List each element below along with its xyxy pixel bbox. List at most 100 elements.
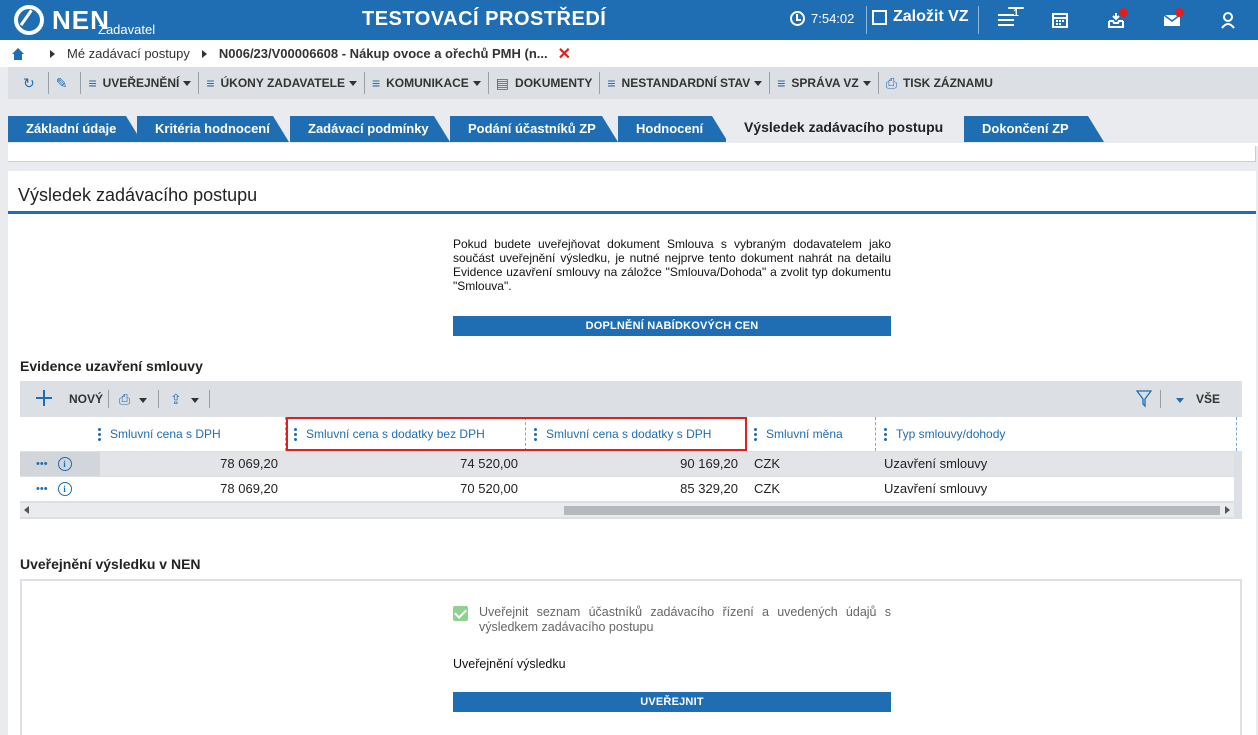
tab-hodnoceni[interactable]: Hodnocení: [618, 116, 728, 142]
info-icon[interactable]: i: [57, 457, 72, 471]
toolbar-dokumenty[interactable]: ▤ DOKUMENTY: [489, 72, 601, 94]
tab-kriteria-hodnoceni[interactable]: Kritéria hodnocení: [137, 116, 289, 142]
grid-toolbar: NOVÝ ⎙ ⇪ VŠE: [20, 381, 1242, 417]
toolbar-label: KOMUNIKACE: [386, 76, 469, 90]
column-menu-icon[interactable]: [754, 426, 757, 443]
list-icon: ≡: [206, 75, 215, 91]
tab-vysledek[interactable]: Výsledek zadávacího postupu: [726, 113, 966, 142]
divider: [108, 390, 109, 408]
notification-dot: [1119, 8, 1128, 17]
tab-dokonceni[interactable]: Dokončení ZP: [964, 116, 1104, 142]
checkbox-label: Uveřejnit seznam účastníků zadávacího ří…: [479, 605, 891, 634]
menu-button[interactable]: 1: [994, 7, 1024, 32]
row-actions: ••• i: [36, 457, 72, 471]
edit-icon: [872, 9, 887, 25]
column-header[interactable]: Smluvní cena s dodatky s DPH: [526, 417, 746, 451]
toolbar-uverejneni[interactable]: ≡ UVEŘEJNĚNÍ: [81, 72, 200, 94]
scroll-left-icon[interactable]: [24, 506, 29, 514]
hamburger-icon: [998, 11, 1014, 29]
tab-zadavaci-podminky[interactable]: Zadávací podmínky: [290, 116, 450, 142]
toolbar-sprava-vz[interactable]: ≡ SPRÁVA VZ: [770, 72, 879, 94]
publish-participants-checkbox[interactable]: [453, 606, 468, 621]
toolbar-label: SPRÁVA VZ: [791, 76, 859, 90]
toolbar-nestandardni-stav[interactable]: ≡ NESTANDARDNÍ STAV: [600, 72, 771, 94]
toolbar-label: TISK ZÁZNAMU: [902, 76, 993, 90]
column-header[interactable]: Smluvní měna: [746, 417, 876, 451]
toolbar-tisk[interactable]: ⎙ TISK ZÁZNAMU: [879, 72, 1000, 94]
column-header[interactable]: Smluvní cena s DPH: [90, 417, 286, 451]
chevron-right-icon: [50, 49, 55, 58]
chevron-down-icon: [754, 80, 763, 86]
publish-result-label: Uveřejnění výsledku: [453, 657, 566, 671]
refresh-button[interactable]: ↻: [16, 72, 49, 94]
nen-logo[interactable]: NEN: [14, 4, 110, 36]
refresh-icon: ↻: [23, 74, 35, 91]
messages-button[interactable]: [1160, 8, 1184, 32]
scroll-right-icon[interactable]: [1225, 506, 1230, 514]
column-menu-icon[interactable]: [534, 426, 537, 443]
pencil-icon: ✎: [55, 74, 68, 91]
edit-button[interactable]: ✎: [49, 72, 82, 94]
chevron-down-icon[interactable]: [191, 398, 199, 403]
list-icon: ≡: [88, 75, 97, 91]
tab-podani-ucastniku[interactable]: Podání účastníků ZP: [450, 116, 618, 142]
breadcrumb-item[interactable]: Mé zadávací postupy: [67, 46, 190, 61]
filter-icon[interactable]: [1136, 390, 1152, 408]
title-rule: [8, 211, 1256, 214]
close-icon[interactable]: ✕: [558, 44, 571, 64]
info-icon[interactable]: i: [57, 482, 72, 496]
clock-icon: [790, 11, 805, 26]
breadcrumb-item[interactable]: N006/23/V00006608 - Nákup ovoce a ořechů…: [219, 46, 548, 61]
chevron-down-icon[interactable]: [1176, 398, 1184, 403]
list-icon: ≡: [777, 75, 786, 91]
column-header[interactable]: Typ smlouvy/dohody: [876, 417, 1237, 451]
toolbar-label: DOKUMENTY: [515, 76, 593, 90]
cell-price-vat: 78 069,20: [220, 456, 278, 471]
logo-icon: [14, 5, 44, 35]
publish-button[interactable]: UVEŘEJNIT: [453, 692, 891, 712]
column-menu-icon[interactable]: [884, 426, 887, 443]
chevron-down-icon[interactable]: [139, 398, 147, 403]
fill-prices-button[interactable]: DOPLNĚNÍ NABÍDKOVÝCH CEN: [453, 316, 891, 336]
table-row[interactable]: ••• i 78 069,20 74 520,00 90 169,20 CZK …: [20, 452, 1234, 476]
main-panel: Výsledek zadávacího postupu Pokud budete…: [8, 171, 1256, 735]
evidence-title: Evidence uzavření smlouvy: [20, 358, 203, 374]
create-vz-button[interactable]: Založit VZ: [872, 8, 969, 26]
chevron-down-icon: [348, 80, 357, 86]
tab-bar: Základní údaje Kritéria hodnocení Zadáva…: [0, 99, 1258, 143]
column-menu-icon[interactable]: [294, 426, 297, 443]
session-clock: 7:54:02: [790, 11, 854, 26]
column-menu-icon[interactable]: [98, 426, 101, 443]
inbox-button[interactable]: [1104, 8, 1128, 32]
toolbar-ukony[interactable]: ≡ ÚKONY ZADAVATELE: [199, 72, 365, 94]
cell-price-vat: 78 069,20: [220, 481, 278, 496]
divider: [209, 390, 210, 408]
export-icon[interactable]: ⇪: [170, 391, 182, 408]
new-button[interactable]: NOVÝ: [69, 392, 103, 406]
tab-content-strip: [8, 146, 1256, 162]
tab-zakladni-udaje[interactable]: Základní údaje: [8, 116, 142, 142]
more-icon[interactable]: •••: [36, 458, 48, 470]
divider: [866, 6, 867, 34]
notification-dot: [1175, 8, 1184, 17]
calendar-button[interactable]: [1048, 8, 1072, 32]
table-row[interactable]: ••• i 78 069,20 70 520,00 85 329,20 CZK …: [20, 477, 1234, 501]
plus-icon[interactable]: [36, 390, 52, 406]
page-title: Výsledek zadávacího postupu: [18, 185, 258, 205]
cell-price-amend-novat: 70 520,00: [460, 481, 518, 496]
clock-time: 7:54:02: [811, 11, 855, 26]
column-header[interactable]: Smluvní cena s dodatky bez DPH: [286, 417, 526, 451]
more-icon[interactable]: •••: [36, 483, 48, 495]
top-bar: NEN Zadavatel TESTOVACÍ PROSTŘEDÍ 7:54:0…: [0, 0, 1258, 40]
toolbar-komunikace[interactable]: ≡ KOMUNIKACE: [365, 72, 489, 94]
horizontal-scrollbar[interactable]: [20, 503, 1234, 517]
logo-subtitle: Zadavatel: [98, 22, 156, 37]
toolbar-label: ÚKONY ZADAVATELE: [220, 76, 345, 90]
scroll-thumb[interactable]: [564, 506, 1220, 515]
home-icon[interactable]: [12, 47, 24, 60]
publish-title: Uveřejnění výsledku v NEN: [20, 556, 201, 572]
print-icon[interactable]: ⎙: [119, 391, 130, 408]
chevron-down-icon: [183, 80, 192, 86]
user-button[interactable]: [1216, 8, 1240, 32]
view-all-selector[interactable]: VŠE: [1196, 392, 1220, 406]
